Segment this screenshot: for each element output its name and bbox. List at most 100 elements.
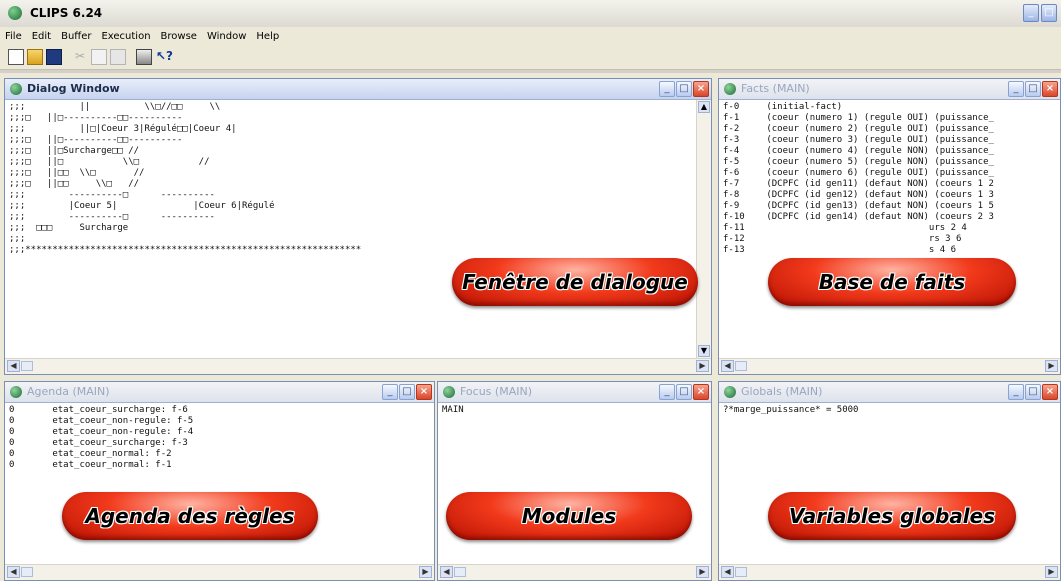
fact-line: f-12 rs 3 6 <box>723 234 962 244</box>
help-pointer-icon[interactable]: ↖? <box>156 49 173 65</box>
close-icon[interactable]: × <box>416 384 432 400</box>
annotation-dialog-label: Fenêtre de dialogue <box>462 270 688 294</box>
fact-line: f-4 (coeur (numero 4) (regule NON) (puis… <box>723 146 994 156</box>
fact-line: f-11 urs 2 4 <box>723 223 967 233</box>
scroll-left-icon[interactable]: ◀ <box>440 566 453 578</box>
clips-window-icon <box>724 386 736 398</box>
menu-edit[interactable]: Edit <box>27 31 56 42</box>
fact-line: f-10 (DCPFC (id gen14) (defaut NON) (coe… <box>723 212 994 222</box>
minimize-icon[interactable]: _ <box>1008 384 1024 400</box>
dialog-line: ;;; || \\□//□□ \\ <box>9 102 221 112</box>
close-icon[interactable]: × <box>693 384 709 400</box>
menu-buffer[interactable]: Buffer <box>56 31 96 42</box>
agenda-line: 0 etat_coeur_non-regule: f-5 <box>9 416 194 426</box>
fact-line: f-13 s 4 6 <box>723 245 956 255</box>
maximize-icon[interactable]: □ <box>1025 384 1041 400</box>
scroll-left-icon[interactable]: ◀ <box>721 566 734 578</box>
scroll-thumb[interactable] <box>454 567 466 577</box>
globals-window-titlebar[interactable]: Globals (MAIN) _ □ × <box>719 382 1060 403</box>
app-titlebar: CLIPS 6.24 _ □ <box>0 0 1061 28</box>
agenda-line: 0 etat_coeur_normal: f-2 <box>9 449 172 459</box>
dialog-content[interactable]: ;;; || \\□//□□ \\ ;;;□ ||□----------□□--… <box>5 100 696 358</box>
annotation-globals: Variables globales <box>768 492 1016 540</box>
minimize-icon[interactable]: _ <box>382 384 398 400</box>
dialog-vertical-scrollbar[interactable]: ▲ ▼ <box>696 100 711 358</box>
dialog-line: ;;; ----------□ ---------- <box>9 190 215 200</box>
minimize-icon[interactable]: _ <box>659 81 675 97</box>
scroll-left-icon[interactable]: ◀ <box>721 360 734 372</box>
scroll-right-icon[interactable]: ▶ <box>696 360 709 372</box>
menu-file[interactable]: File <box>0 31 27 42</box>
close-icon[interactable]: × <box>1042 384 1058 400</box>
facts-content[interactable]: f-0 (initial-fact) f-1 (coeur (numero 1)… <box>719 100 1060 358</box>
scroll-down-icon[interactable]: ▼ <box>698 345 710 357</box>
agenda-window[interactable]: Agenda (MAIN) _ □ × 0 etat_coeur_surchar… <box>4 381 435 581</box>
scroll-right-icon[interactable]: ▶ <box>1045 360 1058 372</box>
minimize-icon[interactable]: _ <box>659 384 675 400</box>
save-icon[interactable] <box>46 49 62 65</box>
scroll-thumb[interactable] <box>735 567 747 577</box>
scroll-left-icon[interactable]: ◀ <box>7 360 20 372</box>
minimize-icon[interactable]: _ <box>1023 4 1039 22</box>
scroll-thumb[interactable] <box>21 361 33 371</box>
clips-window-icon <box>10 83 22 95</box>
facts-window[interactable]: Facts (MAIN) _ □ × f-0 (initial-fact) f-… <box>718 78 1061 375</box>
scroll-left-icon[interactable]: ◀ <box>7 566 20 578</box>
clips-app-icon <box>8 6 22 20</box>
annotation-dialog: Fenêtre de dialogue <box>452 258 698 306</box>
fact-line: f-0 (initial-fact) <box>723 102 843 112</box>
agenda-window-titlebar[interactable]: Agenda (MAIN) _ □ × <box>5 382 434 403</box>
facts-window-titlebar[interactable]: Facts (MAIN) _ □ × <box>719 79 1060 100</box>
scroll-right-icon[interactable]: ▶ <box>419 566 432 578</box>
app-title: CLIPS 6.24 <box>30 6 103 20</box>
focus-window[interactable]: Focus (MAIN) _ □ × MAIN ◀ ▶ <box>437 381 712 581</box>
dialog-line: ;;;□ ||□ \\□ // <box>9 157 210 167</box>
maximize-icon[interactable]: □ <box>676 384 692 400</box>
facts-horizontal-scrollbar[interactable]: ◀ ▶ <box>719 358 1060 374</box>
agenda-line: 0 etat_coeur_normal: f-1 <box>9 460 172 470</box>
globals-window-title: Globals (MAIN) <box>741 385 823 398</box>
open-folder-icon[interactable] <box>27 49 43 65</box>
scroll-right-icon[interactable]: ▶ <box>1045 566 1058 578</box>
annotation-globals-label: Variables globales <box>788 504 996 528</box>
menu-browse[interactable]: Browse <box>156 31 202 42</box>
annotation-agenda-label: Agenda des règles <box>85 504 295 528</box>
dialog-window[interactable]: Dialog Window _ □ × ;;; || \\□//□□ \\ ;;… <box>4 78 712 375</box>
menu-execution[interactable]: Execution <box>96 31 155 42</box>
new-file-icon[interactable] <box>8 49 24 65</box>
maximize-icon[interactable]: □ <box>399 384 415 400</box>
focus-window-controls: _ □ × <box>659 384 709 400</box>
focus-line: MAIN <box>442 405 464 415</box>
agenda-window-controls: _ □ × <box>382 384 432 400</box>
globals-window[interactable]: Globals (MAIN) _ □ × ?*marge_puissance* … <box>718 381 1061 581</box>
dialog-horizontal-scrollbar[interactable]: ◀ ▶ <box>5 358 711 374</box>
clips-window-icon <box>724 83 736 95</box>
scroll-thumb[interactable] <box>21 567 33 577</box>
copy-icon[interactable] <box>91 49 107 65</box>
scroll-up-icon[interactable]: ▲ <box>698 101 710 113</box>
maximize-icon[interactable]: □ <box>676 81 692 97</box>
dialog-line: ;;; <box>9 234 26 244</box>
agenda-line: 0 etat_coeur_surcharge: f-3 <box>9 438 188 448</box>
focus-window-titlebar[interactable]: Focus (MAIN) _ □ × <box>438 382 711 403</box>
minimize-icon[interactable]: _ <box>1008 81 1024 97</box>
menu-window[interactable]: Window <box>202 31 251 42</box>
dialog-window-titlebar[interactable]: Dialog Window _ □ × <box>5 79 711 100</box>
globals-horizontal-scrollbar[interactable]: ◀ ▶ <box>719 564 1060 580</box>
menu-help[interactable]: Help <box>251 31 284 42</box>
scroll-thumb[interactable] <box>735 361 747 371</box>
clips-window-icon <box>10 386 22 398</box>
globals-line: ?*marge_puissance* = 5000 <box>723 405 859 415</box>
close-icon[interactable]: × <box>1042 81 1058 97</box>
cut-icon[interactable]: ✂ <box>72 49 88 65</box>
restore-icon[interactable]: □ <box>1041 4 1057 22</box>
scroll-right-icon[interactable]: ▶ <box>696 566 709 578</box>
agenda-horizontal-scrollbar[interactable]: ◀ ▶ <box>5 564 434 580</box>
paste-icon[interactable] <box>110 49 126 65</box>
menu-bar: File Edit Buffer Execution Browse Window… <box>0 27 1061 45</box>
maximize-icon[interactable]: □ <box>1025 81 1041 97</box>
close-icon[interactable]: × <box>693 81 709 97</box>
focus-horizontal-scrollbar[interactable]: ◀ ▶ <box>438 564 711 580</box>
print-icon[interactable] <box>136 49 152 65</box>
dialog-line: ;;;□ ||□□ \\□ // <box>9 168 145 178</box>
